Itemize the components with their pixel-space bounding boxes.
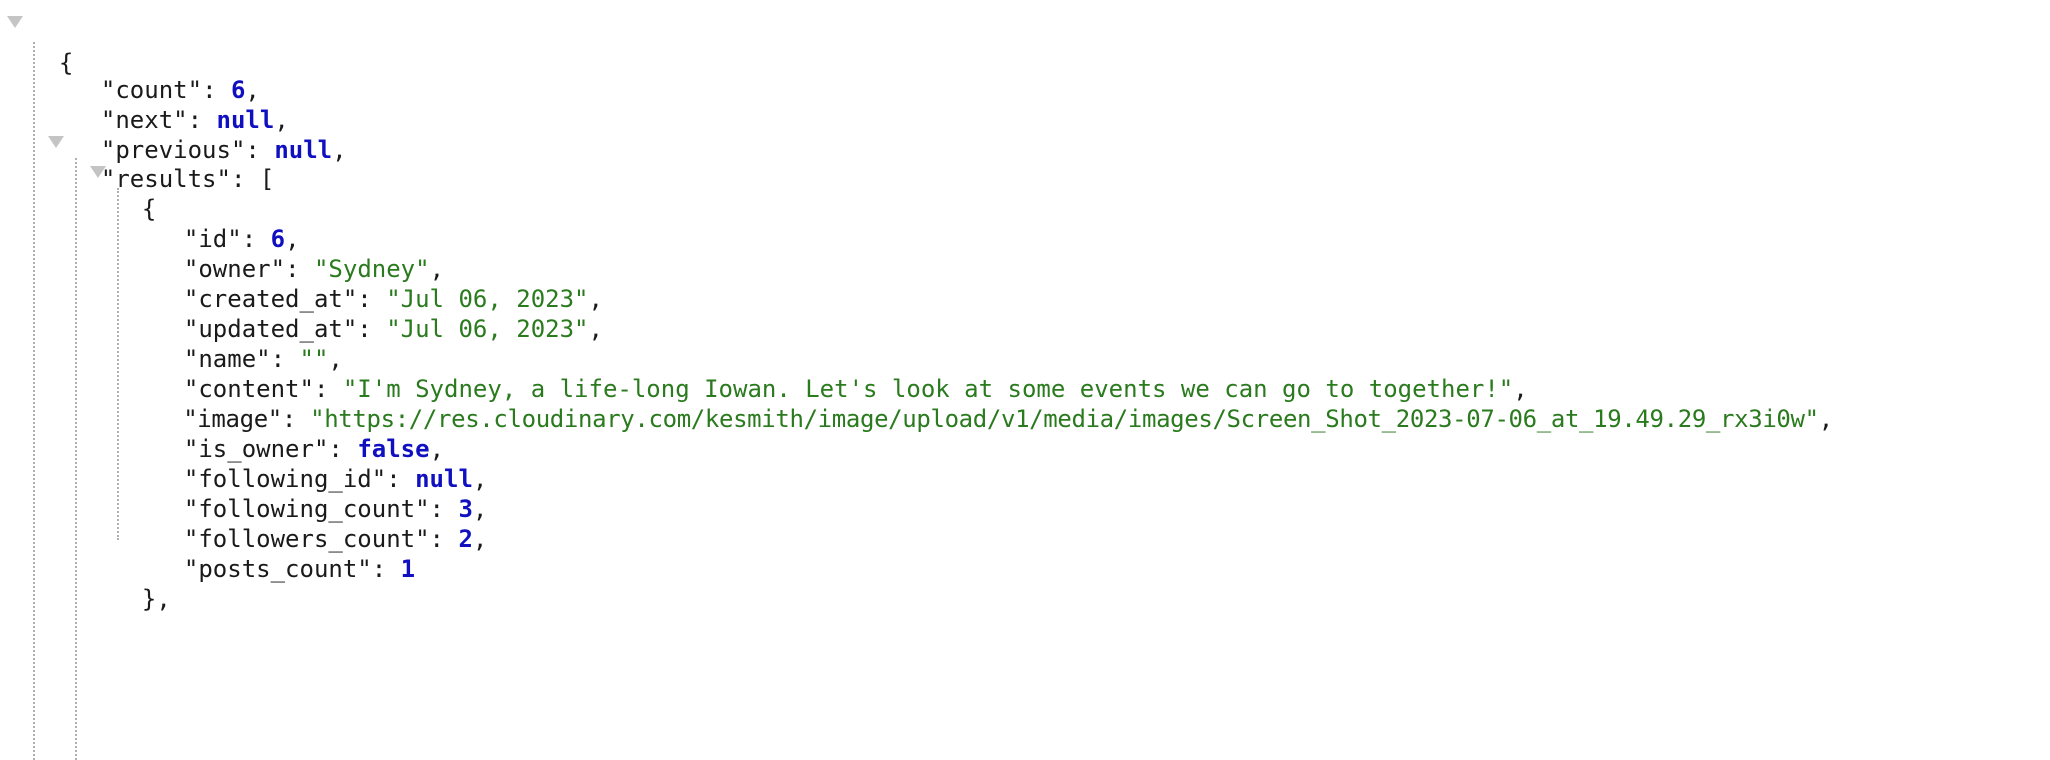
json-value: 1: [400, 555, 416, 583]
json-value[interactable]: "https://res.cloudinary.com/kesmith/imag…: [310, 405, 1819, 433]
collapse-triangle-icon[interactable]: [7, 16, 23, 28]
json-key: "posts_count": [183, 555, 372, 583]
indent-guide: [117, 188, 119, 540]
collapse-triangle-icon[interactable]: [90, 166, 106, 178]
collapse-triangle-icon[interactable]: [48, 136, 64, 148]
indent-guide: [75, 158, 77, 760]
indent-guide: [33, 42, 35, 760]
object-close-brace: },: [141, 585, 171, 613]
object-open-brace: {: [141, 195, 157, 223]
json-value: 2: [458, 525, 473, 553]
json-row-results: "results": [: [100, 165, 275, 193]
json-value: null: [274, 136, 333, 164]
root-open-brace: {: [58, 49, 74, 77]
json-row-posts-count: "posts_count": 1: [183, 555, 416, 583]
